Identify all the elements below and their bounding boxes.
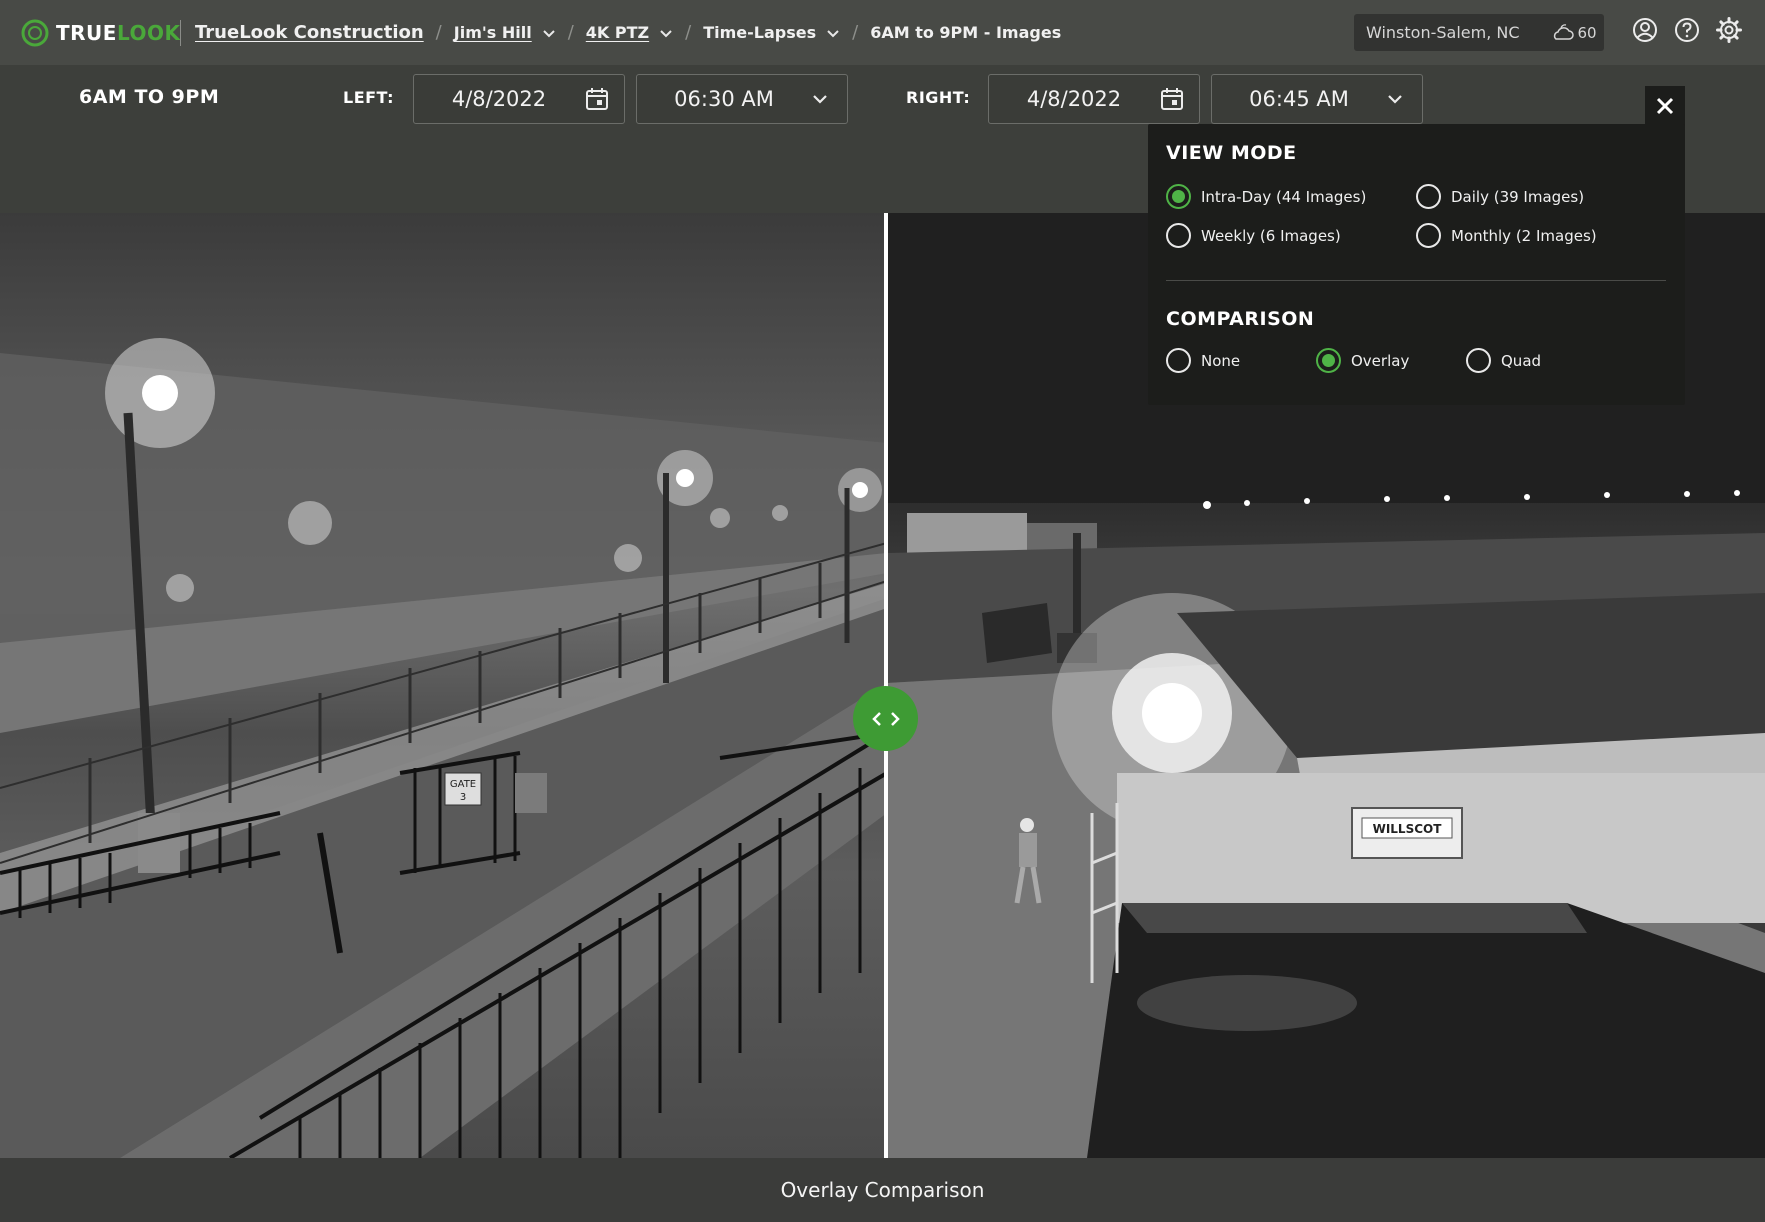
account-icon[interactable] bbox=[1631, 16, 1659, 44]
radio-indicator bbox=[1166, 223, 1191, 248]
breadcrumb-label: TrueLook Construction bbox=[195, 22, 424, 43]
radio-indicator bbox=[1316, 348, 1341, 373]
top-nav: TRUELOOK TrueLook Construction / Jim's H… bbox=[0, 0, 1765, 65]
radio-label: Daily (39 Images) bbox=[1451, 187, 1585, 206]
popover-divider bbox=[1166, 280, 1666, 281]
view-mode-popover: VIEW MODE Intra-Day (44 Images) Daily (3… bbox=[1148, 124, 1685, 405]
breadcrumb-label: 4K PTZ bbox=[585, 23, 650, 42]
view-mode-daily[interactable]: Daily (39 Images) bbox=[1416, 184, 1584, 209]
calendar-icon bbox=[586, 88, 608, 110]
breadcrumb-project[interactable]: Jim's Hill bbox=[454, 23, 556, 42]
comparison-quad[interactable]: Quad bbox=[1466, 348, 1541, 373]
breadcrumb-separator: / bbox=[567, 22, 574, 43]
trailer-sign: WILLSCOT bbox=[1373, 822, 1443, 836]
weather: 60 bbox=[1550, 23, 1597, 43]
radio-indicator bbox=[1466, 348, 1491, 373]
breadcrumb-label: Jim's Hill bbox=[453, 23, 532, 42]
radio-label: Weekly (6 Images) bbox=[1201, 226, 1341, 245]
right-time-select[interactable]: 06:45 AM bbox=[1211, 74, 1423, 124]
location-city: Winston-Salem, NC bbox=[1366, 23, 1520, 42]
view-mode-monthly[interactable]: Monthly (2 Images) bbox=[1416, 223, 1597, 248]
radio-indicator bbox=[1416, 223, 1441, 248]
breadcrumb-current: 6AM to 9PM - Images bbox=[870, 23, 1061, 42]
chevron-down-icon bbox=[813, 95, 827, 104]
radio-label: Intra-Day (44 Images) bbox=[1201, 187, 1367, 206]
chevron-down-icon bbox=[542, 29, 555, 37]
comparison-heading: COMPARISON bbox=[1166, 308, 1315, 330]
right-time-value: 06:45 AM bbox=[1249, 87, 1349, 111]
cloudy-night-icon bbox=[1553, 23, 1574, 40]
logo-ring-icon bbox=[21, 19, 49, 47]
radio-indicator bbox=[1416, 184, 1441, 209]
chevron-left-right-icon bbox=[871, 711, 900, 726]
location-weather: Winston-Salem, NC 60 bbox=[1354, 14, 1604, 51]
breadcrumb-section[interactable]: Time-Lapses bbox=[703, 23, 840, 42]
left-time-value: 06:30 AM bbox=[674, 87, 774, 111]
close-icon bbox=[1656, 97, 1674, 115]
calendar-icon bbox=[1161, 88, 1183, 110]
footer-label: Overlay Comparison bbox=[780, 1178, 985, 1202]
comparison-none[interactable]: None bbox=[1166, 348, 1240, 373]
radio-label: Overlay bbox=[1351, 351, 1410, 370]
left-label: LEFT: bbox=[343, 88, 394, 107]
chevron-down-icon bbox=[827, 29, 839, 37]
truelook-logo[interactable]: TRUELOOK bbox=[20, 18, 181, 48]
breadcrumb-separator: / bbox=[435, 22, 442, 43]
breadcrumb-separator: / bbox=[685, 22, 692, 43]
view-mode-heading: VIEW MODE bbox=[1166, 142, 1297, 164]
gate-sign-line1: GATE bbox=[450, 779, 476, 790]
breadcrumb-camera[interactable]: 4K PTZ bbox=[586, 23, 673, 42]
help-icon[interactable] bbox=[1673, 16, 1701, 44]
temperature: 60 bbox=[1577, 23, 1597, 42]
logo-word-true: TRUE bbox=[56, 21, 117, 45]
right-date-picker[interactable]: 4/8/2022 bbox=[988, 74, 1200, 124]
logo-wordmark: TRUELOOK bbox=[56, 21, 181, 45]
breadcrumb-label: 6AM to 9PM - Images bbox=[870, 23, 1062, 42]
logo-divider bbox=[180, 20, 181, 46]
logo-word-look: LOOK bbox=[116, 21, 181, 45]
breadcrumb-separator: / bbox=[852, 22, 859, 43]
settings-icon[interactable] bbox=[1715, 16, 1743, 44]
radio-label: Monthly (2 Images) bbox=[1451, 226, 1597, 245]
breadcrumb-label: Time-Lapses bbox=[703, 23, 817, 42]
chevron-down-icon bbox=[660, 29, 672, 37]
breadcrumb-company[interactable]: TrueLook Construction bbox=[195, 22, 424, 43]
comparison-footer: Overlay Comparison bbox=[0, 1158, 1765, 1222]
breadcrumb: TrueLook Construction / Jim's Hill / 4K … bbox=[195, 0, 1061, 65]
close-popover-button[interactable] bbox=[1645, 86, 1685, 126]
radio-label: Quad bbox=[1501, 351, 1542, 370]
left-date-value: 4/8/2022 bbox=[451, 87, 547, 111]
right-label: RIGHT: bbox=[906, 88, 971, 107]
view-mode-weekly[interactable]: Weekly (6 Images) bbox=[1166, 223, 1341, 248]
view-mode-intra-day[interactable]: Intra-Day (44 Images) bbox=[1166, 184, 1366, 209]
chevron-down-icon bbox=[1388, 95, 1402, 104]
timelapse-title: 6AM TO 9PM bbox=[79, 86, 220, 108]
radio-label: None bbox=[1201, 351, 1241, 370]
comparison-overlay[interactable]: Overlay bbox=[1316, 348, 1409, 373]
gate-sign-line2: 3 bbox=[460, 792, 466, 803]
radio-indicator bbox=[1166, 184, 1191, 209]
left-camera-image: GATE 3 bbox=[0, 213, 887, 1158]
right-date-value: 4/8/2022 bbox=[1026, 87, 1122, 111]
left-date-picker[interactable]: 4/8/2022 bbox=[413, 74, 625, 124]
radio-indicator bbox=[1166, 348, 1191, 373]
comparison-slider-handle[interactable] bbox=[853, 686, 918, 751]
left-time-select[interactable]: 06:30 AM bbox=[636, 74, 848, 124]
